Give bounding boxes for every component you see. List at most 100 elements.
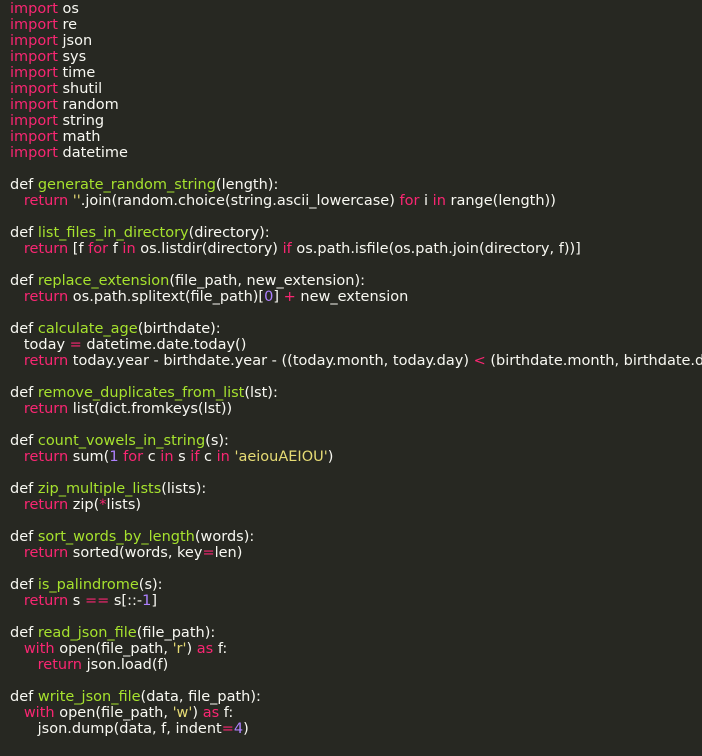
- code-editor[interactable]: import os import re import json import sys i…: [0, 0, 702, 737]
- code-token: math: [57, 129, 101, 145]
- code-token: (lists):: [161, 481, 207, 497]
- code-line: return os.path.splitext(file_path)[0] + …: [10, 289, 702, 305]
- code-token: sum(: [68, 449, 110, 465]
- code-token: for: [88, 241, 109, 257]
- code-token: .join(random.choice(string.ascii_lowerca…: [80, 193, 400, 209]
- code-line: with open(file_path, 'r') as f:: [10, 641, 702, 657]
- code-token: 0: [264, 289, 274, 305]
- code-token: *: [99, 497, 107, 513]
- code-token: zip(: [68, 497, 100, 513]
- code-line: import json: [10, 33, 702, 49]
- code-token: def: [10, 385, 38, 401]
- code-token: def: [10, 433, 38, 449]
- code-token: in: [122, 241, 136, 257]
- code-token: return: [23, 193, 69, 209]
- code-token: is_palindrome: [37, 577, 139, 593]
- code-token: return: [23, 593, 69, 609]
- code-line: import string: [10, 113, 702, 129]
- code-token: as: [202, 705, 220, 721]
- code-token: +: [283, 289, 296, 305]
- code-line: import shutil: [10, 81, 702, 97]
- code-token: 1: [109, 449, 119, 465]
- code-token: return: [23, 545, 69, 561]
- code-token: (s):: [205, 433, 229, 449]
- code-line: import sys: [10, 49, 702, 65]
- code-token: f:: [213, 641, 228, 657]
- code-line: import re: [10, 17, 702, 33]
- code-token: list(dict.fromkeys(lst)): [68, 401, 233, 417]
- code-line: json.dump(data, f, indent=4): [10, 721, 702, 737]
- code-token: ]: [151, 593, 157, 609]
- code-token: (file_path, new_extension):: [169, 273, 365, 289]
- code-token: read_json_file: [37, 625, 137, 641]
- code-token: import: [10, 113, 58, 129]
- code-token: '': [72, 193, 81, 209]
- code-token: 1: [142, 593, 152, 609]
- code-token: ==: [84, 593, 110, 609]
- code-token: calculate_age: [37, 321, 138, 337]
- code-token: import: [10, 33, 58, 49]
- code-line: return [f for f in os.listdir(directory)…: [10, 241, 702, 257]
- code-token: with: [23, 641, 55, 657]
- code-line: return list(dict.fromkeys(lst)): [10, 401, 702, 417]
- code-token: import: [10, 49, 58, 65]
- code-line: def is_palindrome(s):: [10, 577, 702, 593]
- code-line: import time: [10, 65, 702, 81]
- code-line: return zip(*lists): [10, 497, 702, 513]
- code-token: today.year - birthdate.year - ((today.mo…: [68, 353, 474, 369]
- code-token: remove_duplicates_from_list: [37, 385, 245, 401]
- code-token: import: [10, 17, 58, 33]
- code-token: 'aeiouAEIOU': [234, 449, 328, 465]
- code-token: def: [10, 529, 38, 545]
- code-token: def: [10, 321, 38, 337]
- code-token: open(file_path,: [54, 641, 173, 657]
- code-token: import: [10, 129, 58, 145]
- code-token: json.load(f): [82, 657, 169, 673]
- code-token: ): [186, 641, 197, 657]
- code-token: return: [23, 401, 69, 417]
- code-token: def: [10, 689, 38, 705]
- code-token: json: [57, 33, 93, 49]
- code-token: list_files_in_directory: [37, 225, 189, 241]
- code-token: def: [10, 481, 38, 497]
- code-token: write_json_file: [37, 689, 141, 705]
- code-token: <: [473, 353, 486, 369]
- code-line: return s == s[::-1]: [10, 593, 702, 609]
- code-token: sys: [57, 49, 87, 65]
- code-token: if: [282, 241, 292, 257]
- code-token: random: [57, 97, 119, 113]
- code-token: return: [23, 449, 69, 465]
- code-token: ): [243, 721, 249, 737]
- code-token: len): [214, 545, 243, 561]
- code-token: =: [69, 337, 82, 353]
- code-token: count_vowels_in_string: [37, 433, 206, 449]
- code-token: (file_path):: [136, 625, 216, 641]
- code-line: def write_json_file(data, file_path):: [10, 689, 702, 705]
- code-token: (length):: [215, 177, 279, 193]
- code-token: range(length)): [445, 193, 556, 209]
- code-line: def zip_multiple_lists(lists):: [10, 481, 702, 497]
- code-token: f:: [219, 705, 234, 721]
- code-token: def: [10, 225, 38, 241]
- code-token: (birthdate):: [137, 321, 221, 337]
- code-token: re: [57, 17, 78, 33]
- code-line: import math: [10, 129, 702, 145]
- code-token: s: [173, 449, 191, 465]
- code-token: open(file_path,: [54, 705, 173, 721]
- code-token: (birthdate.month, birthdate.day)): [490, 353, 702, 369]
- code-token: 4: [233, 721, 244, 737]
- code-token: os.path.splitext(file_path)[: [68, 289, 265, 305]
